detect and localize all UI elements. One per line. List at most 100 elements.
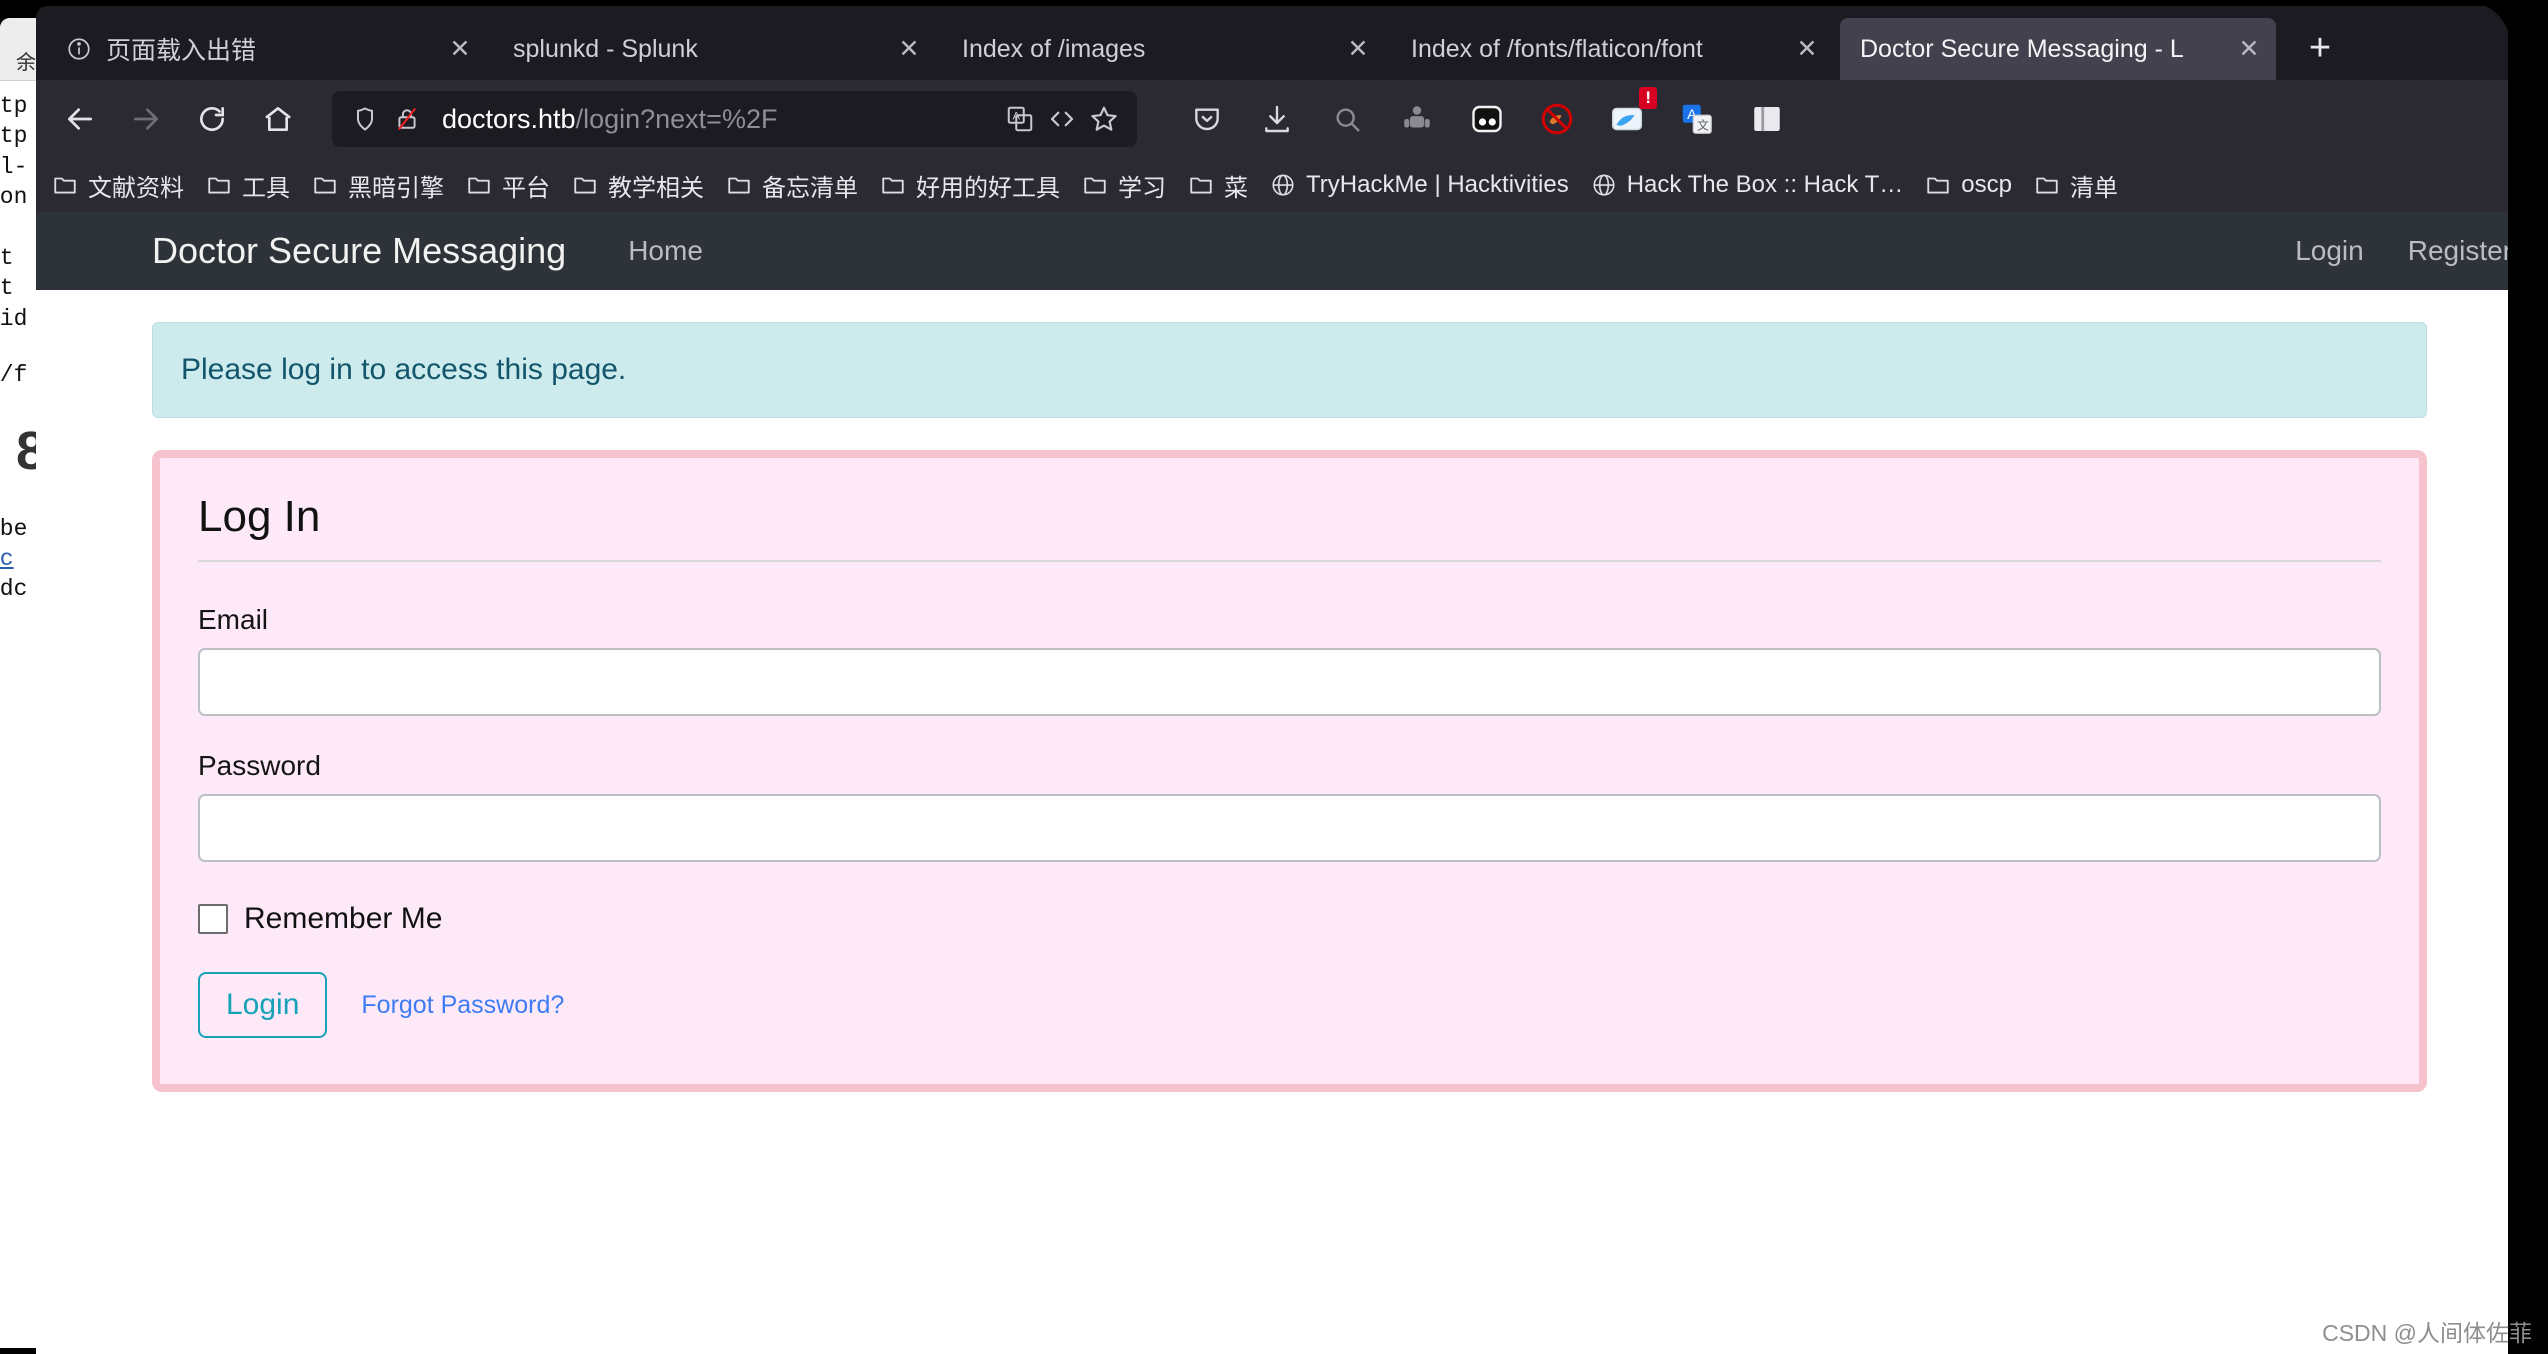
nav-link-register[interactable]: Register <box>2408 235 2512 267</box>
url-path: /login?next=%2F <box>575 103 778 134</box>
email-field[interactable] <box>198 648 2381 716</box>
bookmark-item[interactable]: 好用的好工具 <box>878 168 1060 203</box>
password-field[interactable] <box>198 794 2381 862</box>
bookmark-item[interactable]: TryHackMe | Hacktivities <box>1268 170 1569 200</box>
folder-icon <box>1186 170 1216 200</box>
folder-icon <box>724 170 754 200</box>
tab-doctor-secure-messaging[interactable]: Doctor Secure Messaging - L ✕ <box>1840 18 2276 80</box>
bookmark-label: 黑暗引擎 <box>348 174 444 202</box>
translate-icon[interactable]: A <box>999 98 1041 140</box>
new-tab-button[interactable]: + <box>2292 20 2348 76</box>
bookmark-label: oscp <box>1961 171 2012 198</box>
extension-gray-icon[interactable] <box>1391 93 1443 145</box>
svg-text:文: 文 <box>1697 118 1709 133</box>
reload-button[interactable] <box>184 91 240 147</box>
url-bar[interactable]: doctors.htb/login?next=%2F A <box>332 91 1137 147</box>
translate-extension-icon[interactable]: A 文 <box>1671 93 1723 145</box>
remember-me-checkbox[interactable] <box>198 904 228 934</box>
remember-me-row[interactable]: Remember Me <box>198 902 2381 936</box>
bookmark-star-icon[interactable] <box>1083 98 1125 140</box>
tab-index-of-images[interactable]: Index of /images ✕ <box>942 18 1389 80</box>
tab-splunkd[interactable]: splunkd - Splunk ✕ <box>493 18 940 80</box>
foxyproxy-disabled-icon[interactable] <box>1531 93 1583 145</box>
bookmark-item[interactable]: Hack The Box :: Hack T… <box>1589 170 1904 200</box>
svg-text:A: A <box>1013 111 1021 123</box>
site-brand[interactable]: Doctor Secure Messaging <box>152 230 566 272</box>
tab-close-icon[interactable]: ✕ <box>1341 34 1375 64</box>
bookmark-item[interactable]: 菜 <box>1186 168 1248 203</box>
bookmark-item[interactable]: 清单 <box>2032 168 2118 203</box>
tab-label: Index of /fonts/flaticon/font <box>1411 34 1703 63</box>
tab-close-icon[interactable]: ✕ <box>892 34 926 64</box>
folder-icon <box>878 170 908 200</box>
bookmark-item[interactable]: 教学相关 <box>570 168 704 203</box>
info-circle-icon <box>64 34 94 64</box>
tab-close-icon[interactable]: ✕ <box>1790 34 1824 64</box>
extension-oo-icon[interactable] <box>1461 93 1513 145</box>
bookmark-label: 备忘清单 <box>762 174 858 202</box>
bookmark-label: 工具 <box>242 174 290 202</box>
flash-alert: Please log in to access this page. <box>152 322 2427 418</box>
navigation-toolbar: doctors.htb/login?next=%2F A ! A 文 <box>36 80 2548 158</box>
bookmark-item[interactable]: 文献资料 <box>50 168 184 203</box>
browser-toolbar-icons: ! A 文 <box>1163 87 1793 145</box>
folder-icon <box>570 170 600 200</box>
bookmark-label: 学习 <box>1118 174 1166 202</box>
page-viewport: Doctor Secure Messaging Home Login Regis… <box>36 212 2548 1354</box>
insecure-lock-icon[interactable] <box>386 98 428 140</box>
tab-label: Index of /images <box>962 34 1146 63</box>
bookmark-item[interactable]: 学习 <box>1080 168 1166 203</box>
screenshot-root: 方 余斗 ttp ttp sl- non r ot ot vid 9/f 8 a… <box>0 0 2548 1354</box>
remember-me-label: Remember Me <box>244 902 443 935</box>
folder-icon <box>1923 170 1953 200</box>
login-button[interactable]: Login <box>198 972 328 1038</box>
forgot-password-link[interactable]: Forgot Password? <box>361 991 564 1020</box>
firefox-account-icon[interactable] <box>1321 93 1373 145</box>
page-content: Please log in to access this page. Log I… <box>36 322 2548 1092</box>
urlbar-actions: A <box>999 98 1125 140</box>
bookmark-item[interactable]: oscp <box>1923 170 2012 200</box>
tab-page-load-error[interactable]: 页面载入出错 ✕ <box>44 18 491 80</box>
folder-icon <box>204 170 234 200</box>
email-label: Email <box>198 604 269 635</box>
nav-link-login[interactable]: Login <box>2295 235 2364 267</box>
browser-window: 页面载入出错 ✕ splunkd - Splunk ✕ Index of /im… <box>36 6 2548 1354</box>
home-button[interactable] <box>250 91 306 147</box>
forward-button[interactable] <box>118 91 174 147</box>
folder-icon <box>2032 170 2062 200</box>
bookmark-item[interactable]: 黑暗引擎 <box>310 168 444 203</box>
shield-icon[interactable] <box>344 98 386 140</box>
tab-close-icon[interactable]: ✕ <box>2232 34 2266 64</box>
tab-close-icon[interactable]: ✕ <box>443 34 477 64</box>
code-icon[interactable] <box>1041 98 1083 140</box>
login-title: Log In <box>198 492 321 541</box>
tab-label: splunkd - Splunk <box>513 34 698 63</box>
login-card: Log In Email Password Remember Me Login … <box>152 450 2427 1092</box>
bookmark-item[interactable]: 平台 <box>464 168 550 203</box>
globe-icon <box>1268 170 1298 200</box>
downloads-icon[interactable] <box>1251 93 1303 145</box>
form-actions: Login Forgot Password? <box>198 972 2381 1038</box>
nav-link-home[interactable]: Home <box>628 235 703 267</box>
bookmark-item[interactable]: 工具 <box>204 168 290 203</box>
mail-extension-icon[interactable]: ! <box>1601 87 1657 145</box>
extension-badge: ! <box>1639 87 1657 109</box>
globe-icon <box>1589 170 1619 200</box>
bookmark-label: 平台 <box>502 174 550 202</box>
tab-label: Doctor Secure Messaging - L <box>1860 34 2184 63</box>
bookmarks-bar: 文献资料 工具 黑暗引擎 平台 教学相关 备忘清单 好用的好工具 学习 菜 Tr… <box>36 158 2548 212</box>
bookmark-label: Hack The Box :: Hack T… <box>1626 171 1904 198</box>
folder-icon <box>1080 170 1110 200</box>
tab-index-of-fonts[interactable]: Index of /fonts/flaticon/font ✕ <box>1391 18 1838 80</box>
window-right-gutter <box>2508 0 2548 1354</box>
password-label: Password <box>198 750 321 781</box>
folder-icon <box>464 170 494 200</box>
folder-icon <box>50 170 80 200</box>
bookmark-label: 清单 <box>2069 174 2118 202</box>
url-text[interactable]: doctors.htb/login?next=%2F <box>442 104 999 135</box>
back-button[interactable] <box>52 91 108 147</box>
title-divider <box>198 560 2381 562</box>
bookmark-item[interactable]: 备忘清单 <box>724 168 858 203</box>
sidebar-icon[interactable] <box>1741 93 1793 145</box>
pocket-icon[interactable] <box>1181 93 1233 145</box>
